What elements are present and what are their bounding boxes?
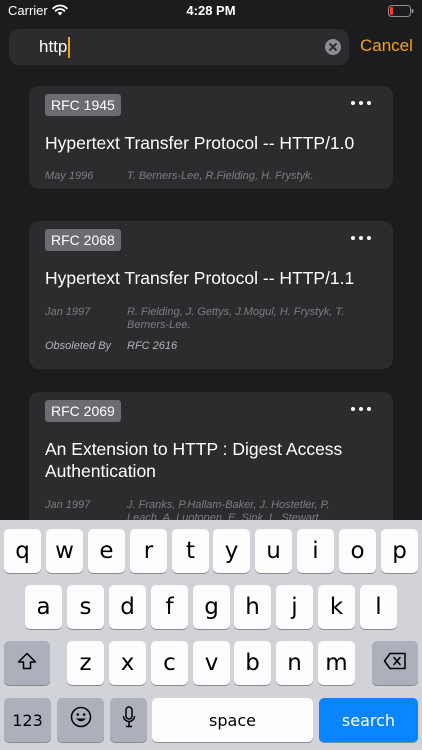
- key-c[interactable]: c: [151, 641, 188, 685]
- results-list[interactable]: RFC 1945 Hypertext Transfer Protocol -- …: [0, 74, 422, 520]
- backspace-key[interactable]: [372, 641, 418, 685]
- more-icon[interactable]: [351, 100, 371, 106]
- authors-label: T. Berners-Lee, R.Fielding, H. Frystyk.: [127, 170, 314, 182]
- backspace-icon: [383, 650, 407, 676]
- key-b[interactable]: b: [234, 641, 271, 685]
- rfc-badge: RFC 2069: [45, 400, 121, 422]
- key-p[interactable]: p: [381, 529, 418, 573]
- key-i[interactable]: i: [297, 529, 334, 573]
- key-q[interactable]: q: [4, 529, 41, 573]
- search-header: http Cancel: [0, 22, 422, 74]
- more-icon[interactable]: [351, 406, 371, 412]
- microphone-key[interactable]: [110, 698, 147, 742]
- clear-icon[interactable]: [325, 39, 341, 55]
- shift-arrow-icon: [17, 650, 37, 676]
- obsoleted-label: Obsoleted By: [45, 340, 112, 352]
- emoji-icon: [70, 706, 92, 734]
- date-label: Jan 1997: [45, 306, 91, 318]
- key-d[interactable]: d: [109, 585, 146, 629]
- result-title: Hypertext Transfer Protocol -- HTTP/1.0: [45, 133, 355, 153]
- rfc-badge: RFC 1945: [45, 94, 121, 116]
- key-g[interactable]: g: [193, 585, 230, 629]
- result-title: An Extension to HTTP : Digest Access Aut…: [45, 439, 343, 481]
- key-n[interactable]: n: [276, 641, 313, 685]
- result-title: Hypertext Transfer Protocol -- HTTP/1.1: [45, 268, 355, 288]
- shift-key[interactable]: [4, 641, 50, 685]
- key-j[interactable]: j: [276, 585, 313, 629]
- more-icon[interactable]: [351, 235, 371, 241]
- key-t[interactable]: t: [172, 529, 209, 573]
- search-query: http: [39, 37, 68, 56]
- key-r[interactable]: r: [130, 529, 167, 573]
- key-m[interactable]: m: [318, 641, 355, 685]
- key-u[interactable]: u: [255, 529, 292, 573]
- key-x[interactable]: x: [109, 641, 146, 685]
- key-v[interactable]: v: [193, 641, 230, 685]
- microphone-icon: [122, 706, 136, 734]
- text-caret: [68, 36, 71, 58]
- key-w[interactable]: w: [46, 529, 83, 573]
- numbers-key[interactable]: 123: [4, 698, 51, 742]
- key-l[interactable]: l: [360, 585, 397, 629]
- result-card[interactable]: RFC 1945 Hypertext Transfer Protocol -- …: [29, 86, 393, 189]
- search-input[interactable]: http: [39, 36, 71, 58]
- key-z[interactable]: z: [67, 641, 104, 685]
- key-a[interactable]: a: [25, 585, 62, 629]
- key-h[interactable]: h: [234, 585, 271, 629]
- key-s[interactable]: s: [67, 585, 104, 629]
- key-e[interactable]: e: [88, 529, 125, 573]
- keyboard: q w e r t y u i o p a s d f g h j k l z …: [0, 520, 422, 750]
- emoji-key[interactable]: [57, 698, 104, 742]
- obsoleted-value[interactable]: RFC 2616: [127, 340, 377, 353]
- cancel-button[interactable]: Cancel: [360, 36, 413, 56]
- status-bar: Carrier 4:28 PM: [0, 0, 422, 22]
- date-label: Jan 1997: [45, 499, 91, 511]
- key-y[interactable]: y: [213, 529, 250, 573]
- key-f[interactable]: f: [151, 585, 188, 629]
- result-card[interactable]: RFC 2069 An Extension to HTTP : Digest A…: [29, 392, 393, 520]
- space-key[interactable]: space: [152, 698, 313, 742]
- date-label: May 1996: [45, 170, 94, 182]
- authors-label: R. Fielding, J. Gettys, J.Mogul, H. Frys…: [127, 306, 345, 331]
- status-time: 4:28 PM: [186, 3, 236, 18]
- key-k[interactable]: k: [318, 585, 355, 629]
- search-field[interactable]: http: [9, 29, 349, 65]
- result-card[interactable]: RFC 2068 Hypertext Transfer Protocol -- …: [29, 221, 393, 369]
- key-o[interactable]: o: [339, 529, 376, 573]
- rfc-badge: RFC 2068: [45, 229, 121, 251]
- battery-low-icon: [388, 4, 414, 22]
- authors-label: J. Franks, P.Hallam-Baker, J. Hostetler,…: [127, 499, 330, 520]
- search-key[interactable]: search: [319, 698, 418, 742]
